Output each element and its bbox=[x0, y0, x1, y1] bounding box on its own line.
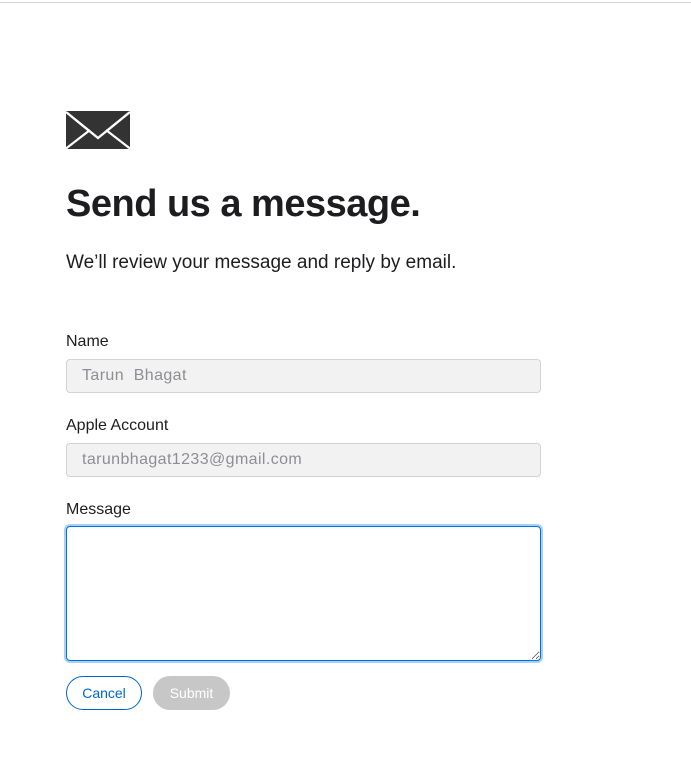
message-form: Name Apple Account Message Cancel Submit bbox=[66, 332, 542, 710]
apple-account-field-group: Apple Account bbox=[66, 416, 542, 477]
page-subtitle: We’ll review your message and reply by e… bbox=[66, 252, 457, 273]
name-field-group: Name bbox=[66, 332, 542, 393]
message-field-group: Message bbox=[66, 500, 542, 661]
form-actions: Cancel Submit bbox=[66, 676, 542, 710]
name-label: Name bbox=[66, 333, 109, 350]
submit-button[interactable]: Submit bbox=[153, 676, 230, 710]
page-title: Send us a message. bbox=[66, 183, 421, 225]
apple-account-label: Apple Account bbox=[66, 417, 169, 434]
top-divider bbox=[0, 0, 691, 3]
apple-account-field[interactable] bbox=[66, 443, 541, 477]
message-textarea[interactable] bbox=[66, 526, 541, 661]
name-field[interactable] bbox=[66, 359, 541, 393]
cancel-button[interactable]: Cancel bbox=[66, 676, 142, 710]
message-label: Message bbox=[66, 501, 131, 518]
envelope-icon bbox=[66, 111, 130, 149]
contact-form-page: Send us a message. We’ll review your mes… bbox=[66, 111, 542, 710]
